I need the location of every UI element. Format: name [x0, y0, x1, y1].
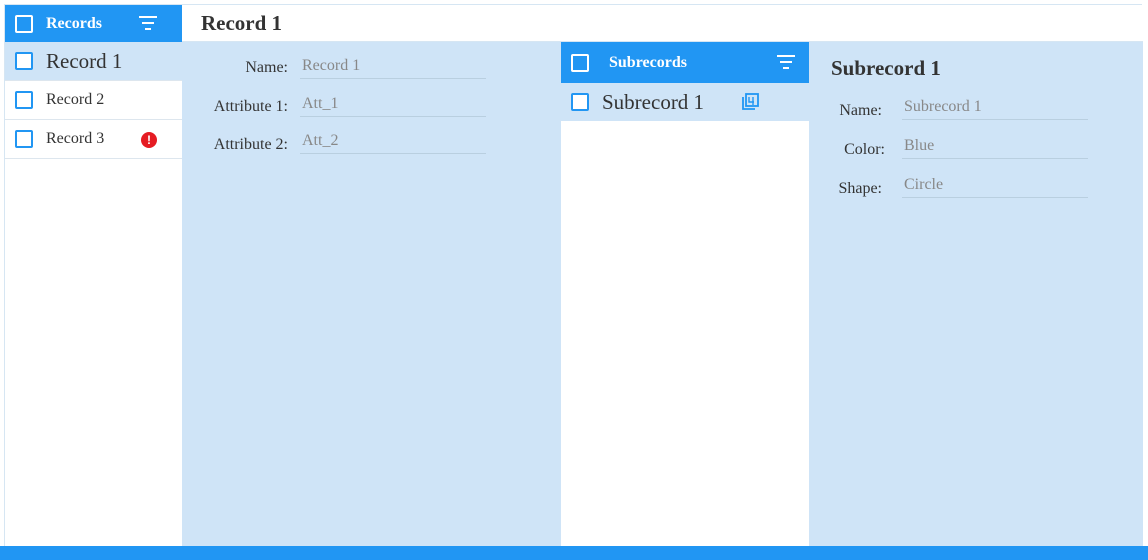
- record-attribute-2-input[interactable]: Att_2: [300, 132, 486, 154]
- filter-icon[interactable]: [776, 55, 796, 71]
- subrecords-panel: Subrecords Subrecord 1: [561, 42, 809, 546]
- subrecord-checkbox[interactable]: [571, 93, 589, 111]
- select-all-subrecords-checkbox[interactable]: [571, 53, 589, 72]
- alert-icon: !: [141, 132, 157, 148]
- copy-icon[interactable]: [741, 93, 759, 111]
- records-header-title: Records: [46, 14, 102, 32]
- field-label: Name:: [839, 102, 882, 119]
- subrecord-item-label: Subrecord 1: [602, 89, 705, 114]
- filter-icon[interactable]: [138, 16, 158, 32]
- record-item-3[interactable]: Record 3 !: [5, 120, 182, 159]
- records-panel: Records Record 1 Record 2 Record 3 !: [5, 5, 182, 546]
- record-attribute-2-field: Attribute 2: Att_2: [192, 132, 486, 154]
- record-checkbox[interactable]: [15, 52, 33, 70]
- record-attribute-1-input[interactable]: Att_1: [300, 95, 486, 117]
- record-detail-body: Name: Record 1 Attribute 1: Att_1 Attrib…: [182, 42, 1143, 546]
- subrecord-name-input[interactable]: Subrecord 1: [902, 98, 1088, 120]
- record-item-label: Record 3: [46, 130, 105, 147]
- subrecord-name-field: Name: Subrecord 1: [827, 98, 1088, 120]
- subrecord-color-input[interactable]: Blue: [902, 137, 1088, 159]
- field-label: Attribute 2:: [213, 136, 288, 153]
- subrecords-header-title: Subrecords: [609, 53, 687, 71]
- subrecords-header: Subrecords: [561, 42, 809, 83]
- select-all-records-checkbox[interactable]: [15, 14, 33, 33]
- records-header: Records: [5, 5, 182, 42]
- record-checkbox[interactable]: [15, 130, 33, 148]
- record-item-2[interactable]: Record 2: [5, 81, 182, 120]
- subrecord-shape-input[interactable]: Circle: [902, 176, 1088, 198]
- record-detail-title: Record 1: [201, 10, 283, 35]
- record-name-input[interactable]: Record 1: [300, 57, 486, 79]
- subrecord-shape-field: Shape: Circle: [827, 176, 1088, 198]
- subrecord-color-field: Color: Blue: [827, 137, 1088, 159]
- record-item-1[interactable]: Record 1: [5, 42, 182, 81]
- subrecord-item-1[interactable]: Subrecord 1: [561, 83, 809, 121]
- subrecord-detail-title: Subrecord 1: [831, 56, 941, 80]
- record-name-field: Name: Record 1: [192, 57, 486, 79]
- record-item-label: Record 2: [46, 91, 105, 108]
- app-frame: Records Record 1 Record 2 Record 3 ! Rec…: [4, 4, 1143, 546]
- field-label: Shape:: [838, 180, 882, 197]
- detail-area: Record 1 Name: Record 1 Attribute 1: Att…: [182, 5, 1143, 546]
- field-label: Color:: [844, 141, 885, 158]
- record-detail-header: Record 1: [182, 5, 1143, 42]
- field-label: Attribute 1:: [213, 98, 288, 115]
- bottom-bar: [0, 546, 1148, 560]
- record-item-label: Record 1: [46, 48, 123, 73]
- record-attribute-1-field: Attribute 1: Att_1: [192, 95, 486, 117]
- record-checkbox[interactable]: [15, 91, 33, 109]
- field-label: Name:: [245, 59, 288, 76]
